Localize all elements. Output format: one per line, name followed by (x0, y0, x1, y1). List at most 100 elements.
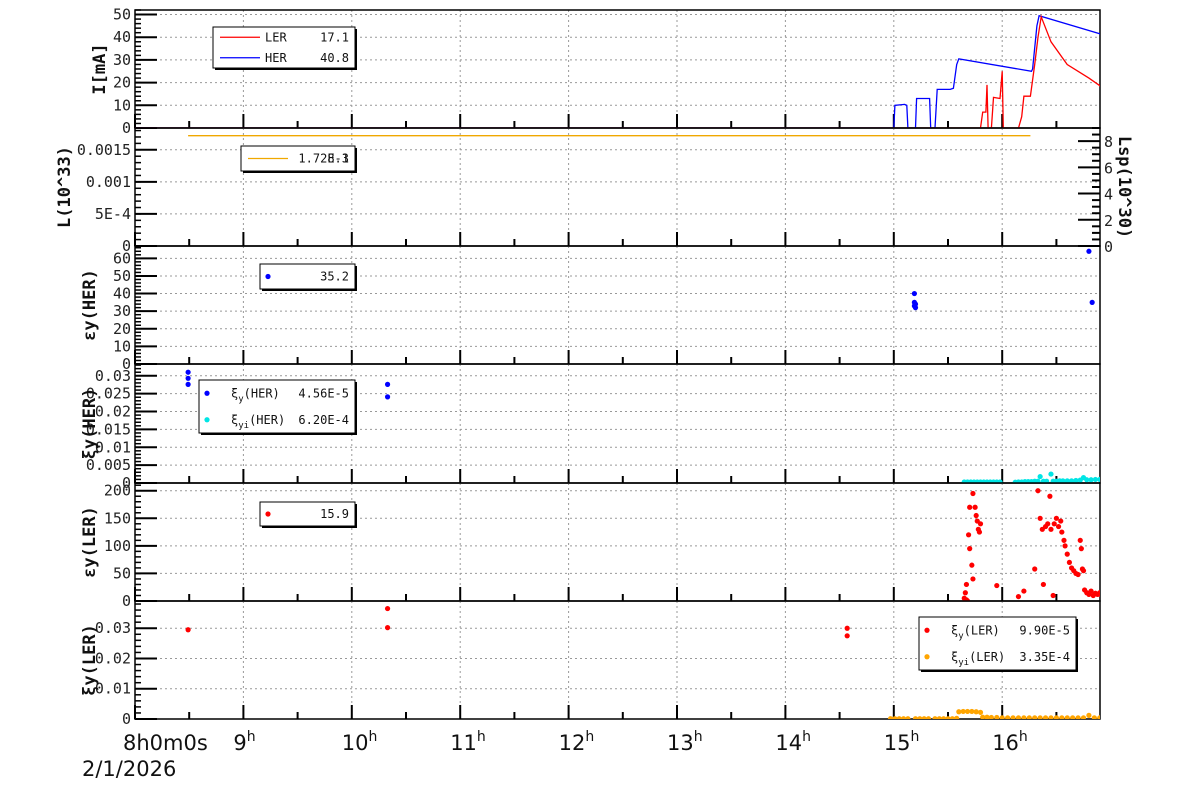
data-point (1053, 515, 1059, 521)
right-tick-label: 0 (1104, 238, 1113, 256)
x-tick-label: 10h (342, 729, 378, 755)
legend-label: HER (265, 51, 287, 65)
data-point (925, 716, 932, 719)
data-point (384, 625, 391, 631)
data-point (994, 582, 1000, 589)
panel-frame (134, 482, 1101, 602)
right-tick-label: 4 (1104, 186, 1113, 204)
y-tick-label: 5E-4 (95, 205, 131, 223)
data-point (185, 627, 191, 633)
legend-value: 3.35E-4 (1019, 650, 1070, 664)
data-point (972, 504, 978, 510)
data-point (1062, 543, 1068, 549)
legend-swatch (265, 511, 271, 517)
data-point (384, 394, 391, 400)
y-tick-label: 50 (113, 6, 131, 24)
data-point (185, 369, 191, 375)
x-tick-label: 14h (775, 729, 811, 755)
legend-value: 35.2 (320, 270, 349, 284)
data-point (1061, 537, 1067, 543)
legend-value: 17.1 (320, 30, 349, 44)
data-point (1050, 592, 1056, 599)
data-point (384, 381, 391, 387)
data-point (1021, 588, 1027, 594)
series-group (911, 248, 1095, 311)
x-axis-date: 2/1/2026 (82, 757, 176, 781)
data-point (1045, 521, 1051, 527)
legend-swatch (924, 654, 930, 660)
data-point (905, 716, 911, 719)
x-tick-label: 11h (450, 729, 486, 755)
data-point (1066, 559, 1073, 566)
y-tick-label: 60 (113, 249, 131, 267)
data-point (384, 605, 391, 612)
y-tick-label: 0.01 (95, 438, 131, 456)
data-point (1015, 593, 1022, 600)
y-tick-label: 50 (113, 267, 131, 285)
legend: 1.72E-38.1 (240, 145, 357, 173)
y-tick-label: 20 (113, 74, 131, 92)
data-point (1075, 571, 1081, 578)
data-point (1059, 529, 1065, 535)
panel-1: 0 10 20 30 40 50 I[mA] LER 17.1 HER 40.8 (90, 6, 1101, 137)
legend-swatch (265, 273, 271, 280)
data-point (912, 305, 919, 311)
data-point (1064, 551, 1070, 557)
legend-value: 4.56E-5 (298, 386, 349, 400)
data-point (1048, 471, 1054, 477)
data-point (969, 562, 975, 568)
legend-swatch (204, 390, 210, 396)
legend: 35.2 (259, 263, 357, 291)
data-point (970, 576, 976, 582)
x-tick-label: 9h (233, 729, 255, 755)
data-point (965, 532, 972, 538)
panel-4: 00.0050.010.0150.020.0250.03ξy(HER) ξy(HE… (80, 363, 1106, 492)
x-tick-label: 12h (559, 729, 595, 755)
legend-value: 40.8 (320, 51, 349, 65)
y-tick-label: 200 (104, 482, 131, 500)
y-tick-label: 150 (104, 509, 131, 527)
y-tick-label: 0 (122, 592, 131, 610)
data-point (977, 521, 984, 527)
y-tick-label: 0.03 (95, 367, 131, 385)
data-point (1080, 568, 1087, 574)
y-tick-label: 20 (113, 320, 131, 338)
data-point (976, 529, 983, 535)
data-point (970, 490, 976, 497)
data-point (1103, 591, 1108, 596)
data-point (1037, 515, 1043, 521)
data-point (844, 625, 850, 631)
data-point (1040, 581, 1046, 588)
data-point (954, 715, 960, 719)
y-tick-label: 0.02 (95, 403, 131, 421)
data-point (1032, 566, 1038, 572)
y-tick-label: 50 (113, 564, 131, 582)
data-point (1055, 523, 1062, 530)
y-axis-label: ξy(HER) (80, 388, 100, 460)
y-tick-label: 0.03 (95, 619, 131, 637)
data-point (1077, 537, 1083, 543)
y-axis-label: εy(LER) (80, 506, 100, 578)
data-point (977, 709, 984, 715)
y-axis-label: εy(HER) (80, 269, 100, 341)
y-tick-label: 0 (122, 119, 131, 137)
right-tick-label: 6 (1104, 159, 1113, 177)
data-point (1101, 477, 1106, 482)
panel-6: 0 0.01 0.02 0.03ξy(LER) ξy(LER) 9.90E-5ξyi(LE… (80, 600, 1101, 728)
y-tick-label: 0.01 (95, 680, 131, 698)
data-point (844, 633, 850, 639)
data-point (1035, 488, 1041, 494)
data-point (185, 381, 191, 387)
data-point (185, 375, 191, 381)
data-point (1058, 518, 1064, 524)
data-point (1086, 712, 1092, 718)
y-tick-label: 30 (113, 302, 131, 320)
y-tick-label: 10 (113, 96, 131, 114)
y-axis-label: I[mA] (90, 43, 110, 94)
legend: 15.9 (259, 501, 357, 528)
legend-value: 6.20E-4 (298, 413, 349, 427)
x-tick-label: 13h (667, 729, 703, 755)
data-point (967, 504, 973, 510)
data-point (1037, 473, 1043, 480)
legend: ξy(LER) 9.90E-5ξyi(LER) 3.35E-4 (918, 616, 1078, 672)
